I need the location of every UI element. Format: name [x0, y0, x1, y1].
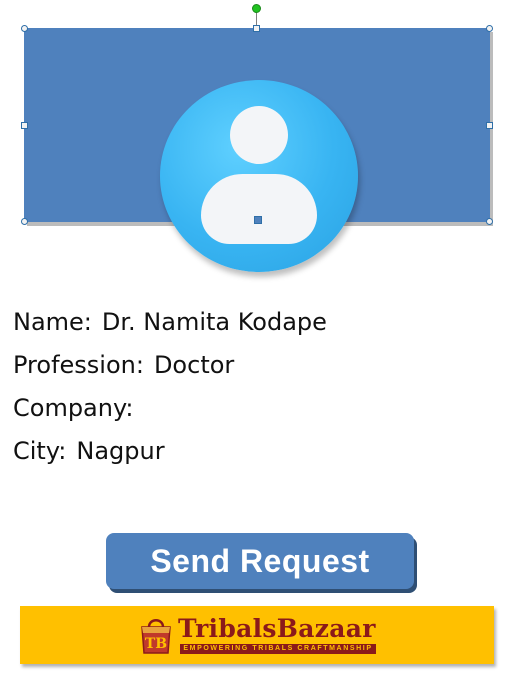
send-request-label: Send Request — [150, 542, 370, 579]
name-label: Name: — [13, 308, 92, 336]
resize-handle-bottom[interactable] — [254, 216, 262, 224]
resize-handle-bottom-right[interactable] — [486, 218, 493, 225]
avatar-head — [230, 106, 288, 164]
city-label: City: — [13, 437, 67, 465]
profession-row: Profession: Doctor — [13, 344, 327, 387]
resize-handle-top[interactable] — [253, 25, 260, 32]
resize-handle-left[interactable] — [21, 122, 28, 129]
svg-text:TB: TB — [145, 636, 167, 652]
brand-footer: TB TribalsBazaar EMPOWERING TRIBALS CRAF… — [20, 606, 494, 664]
resize-handle-right[interactable] — [486, 122, 493, 129]
brand-tagline: EMPOWERING TRIBALS CRAFTMANSHIP — [180, 644, 376, 654]
brand-name: TribalsBazaar — [178, 614, 376, 643]
city-row: City: Nagpur — [13, 430, 327, 473]
profession-label: Profession: — [13, 351, 144, 379]
company-label: Company: — [13, 394, 134, 422]
shopping-bag-icon: TB — [141, 619, 171, 654]
resize-handle-top-left[interactable] — [21, 25, 28, 32]
avatar-body — [201, 174, 317, 244]
profile-details: Name: Dr. Namita Kodape Profession: Doctor… — [13, 301, 327, 473]
profession-value: Doctor — [153, 351, 235, 379]
city-value: Nagpur — [76, 437, 165, 465]
resize-handle-top-right[interactable] — [486, 25, 493, 32]
name-value: Dr. Namita Kodape — [101, 308, 327, 336]
name-row: Name: Dr. Namita Kodape — [13, 301, 327, 344]
company-row: Company: — [13, 387, 327, 430]
user-avatar-icon — [160, 80, 358, 272]
resize-handle-bottom-left[interactable] — [21, 218, 28, 225]
rotation-handle[interactable] — [252, 4, 261, 13]
send-request-button[interactable]: Send Request — [106, 533, 414, 589]
